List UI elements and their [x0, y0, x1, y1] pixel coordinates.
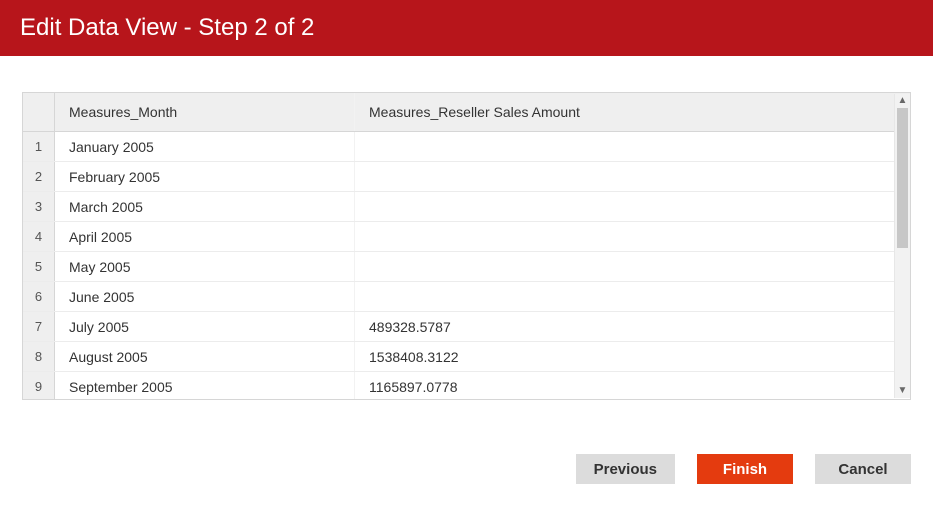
- cell-month: March 2005: [55, 192, 355, 221]
- grid-header: Measures_Month Measures_Reseller Sales A…: [23, 93, 910, 132]
- scrollbar[interactable]: ▲ ▼: [894, 94, 910, 398]
- rownum-header: [23, 93, 55, 131]
- row-number: 2: [23, 162, 55, 191]
- cell-month: February 2005: [55, 162, 355, 191]
- row-number: 9: [23, 372, 55, 399]
- table-row[interactable]: 5May 2005: [23, 252, 910, 282]
- row-number: 5: [23, 252, 55, 281]
- cell-amount: 1538408.3122: [355, 342, 910, 371]
- table-row[interactable]: 1January 2005: [23, 132, 910, 162]
- row-number: 4: [23, 222, 55, 251]
- dialog-buttons: Previous Finish Cancel: [0, 448, 933, 506]
- dialog-content: Measures_Month Measures_Reseller Sales A…: [0, 56, 933, 448]
- row-number: 3: [23, 192, 55, 221]
- table-row[interactable]: 7July 2005489328.5787: [23, 312, 910, 342]
- data-grid: Measures_Month Measures_Reseller Sales A…: [22, 92, 911, 400]
- cell-amount: [355, 192, 910, 221]
- cancel-button[interactable]: Cancel: [815, 454, 911, 484]
- cell-month: September 2005: [55, 372, 355, 399]
- scroll-up-icon[interactable]: ▲: [895, 94, 910, 108]
- table-row[interactable]: 9September 20051165897.0778: [23, 372, 910, 399]
- table-row[interactable]: 2February 2005: [23, 162, 910, 192]
- column-header-amount[interactable]: Measures_Reseller Sales Amount: [355, 93, 910, 131]
- cell-month: July 2005: [55, 312, 355, 341]
- dialog-title: Edit Data View - Step 2 of 2: [20, 14, 314, 42]
- cell-amount: [355, 132, 910, 161]
- table-row[interactable]: 8August 20051538408.3122: [23, 342, 910, 372]
- cell-month: June 2005: [55, 282, 355, 311]
- dialog-header: Edit Data View - Step 2 of 2: [0, 0, 933, 56]
- column-header-month[interactable]: Measures_Month: [55, 93, 355, 131]
- table-row[interactable]: 3March 2005: [23, 192, 910, 222]
- row-number: 7: [23, 312, 55, 341]
- cell-amount: [355, 282, 910, 311]
- cell-amount: 1165897.0778: [355, 372, 910, 399]
- cell-month: January 2005: [55, 132, 355, 161]
- cell-amount: [355, 222, 910, 251]
- row-number: 1: [23, 132, 55, 161]
- row-number: 6: [23, 282, 55, 311]
- scroll-down-icon[interactable]: ▼: [895, 384, 910, 398]
- finish-button[interactable]: Finish: [697, 454, 793, 484]
- grid-rows: 1January 20052February 20053March 20054A…: [23, 132, 910, 399]
- cell-amount: [355, 162, 910, 191]
- cell-amount: 489328.5787: [355, 312, 910, 341]
- cell-month: April 2005: [55, 222, 355, 251]
- scroll-thumb[interactable]: [897, 108, 908, 248]
- cell-month: May 2005: [55, 252, 355, 281]
- cell-amount: [355, 252, 910, 281]
- cell-month: August 2005: [55, 342, 355, 371]
- previous-button[interactable]: Previous: [576, 454, 675, 484]
- row-number: 8: [23, 342, 55, 371]
- table-row[interactable]: 4April 2005: [23, 222, 910, 252]
- table-row[interactable]: 6June 2005: [23, 282, 910, 312]
